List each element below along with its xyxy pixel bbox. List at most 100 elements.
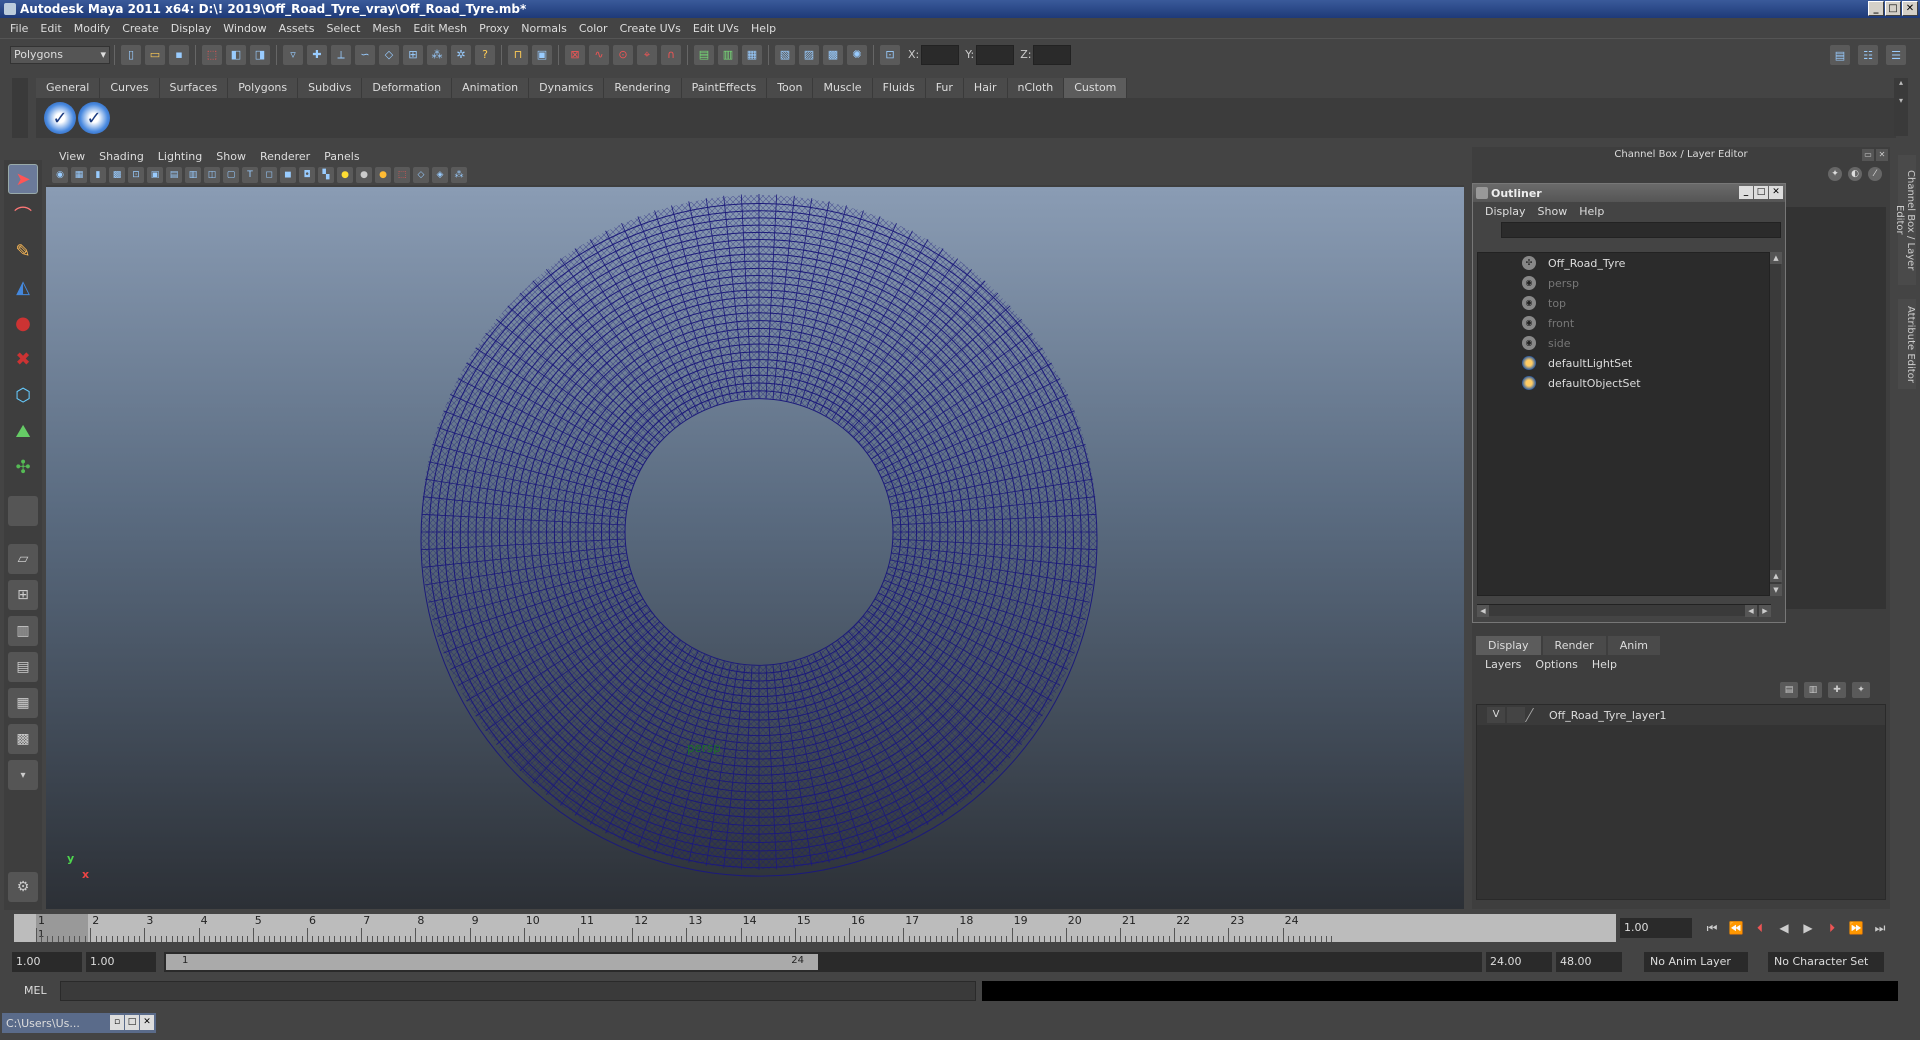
select-curves-icon[interactable]: ∽: [355, 44, 375, 65]
soft-mod-tool-icon[interactable]: ⛰: [8, 416, 38, 446]
select-hierarchy-icon[interactable]: ⬚: [202, 44, 222, 65]
ipr-render-icon[interactable]: ▩: [823, 44, 843, 65]
side-tab-attribute-editor[interactable]: Attribute Editor: [1898, 299, 1916, 389]
safe-title-icon[interactable]: T: [242, 167, 258, 183]
outliner-titlebar[interactable]: Outliner _ □ ✕: [1473, 184, 1785, 202]
playback-end-field[interactable]: 24.00: [1486, 952, 1552, 972]
outliner-list[interactable]: ✣ Off_Road_Tyre ◉ persp ◉ top ◉ front ◉ side defau…: [1477, 252, 1771, 596]
restore-button[interactable]: ▫: [110, 1015, 124, 1030]
highlight-selection-icon[interactable]: ▣: [532, 44, 552, 65]
move-tool-icon[interactable]: ◭: [8, 272, 38, 302]
outliner-item[interactable]: ◉ front: [1478, 313, 1770, 333]
play-backwards-icon[interactable]: ◀: [1772, 918, 1796, 938]
outliner-close-button[interactable]: ✕: [1769, 186, 1783, 199]
new-scene-icon[interactable]: ▯: [121, 44, 141, 65]
menu-edit[interactable]: Edit: [34, 22, 67, 35]
single-perspective-layout-icon[interactable]: ▱: [8, 544, 38, 574]
menu-set-dropdown[interactable]: Polygons ▾: [10, 45, 110, 64]
outliner-maximize-button[interactable]: □: [1754, 186, 1768, 199]
scroll-left-icon[interactable]: ◀: [1745, 605, 1757, 617]
xray-icon[interactable]: ◇: [413, 167, 429, 183]
mel-label[interactable]: MEL: [24, 984, 47, 997]
layer-menu-options[interactable]: Options: [1528, 658, 1584, 671]
panel-menu-renderer[interactable]: Renderer: [253, 150, 317, 163]
menu-create-uvs[interactable]: Create UVs: [614, 22, 687, 35]
time-slider[interactable]: 1 1 2 3 4 5 6 7 8 9 10 11 12 13 14 15 16 17 18 19 20 21 22 23 2…: [14, 914, 1616, 942]
layer-menu-layers[interactable]: Layers: [1478, 658, 1528, 671]
hardware-texturing-icon[interactable]: ⁂: [451, 167, 467, 183]
layer-tab-anim[interactable]: Anim: [1607, 636, 1660, 655]
persp-graph-layout-icon[interactable]: ▤: [8, 652, 38, 682]
channel-box-display-icon[interactable]: ◐: [1848, 167, 1862, 181]
menu-display[interactable]: Display: [165, 22, 218, 35]
move-layer-up-icon[interactable]: ▤: [1780, 682, 1798, 698]
filter-icon[interactable]: ▿: [283, 44, 303, 65]
save-scene-icon[interactable]: ▪: [169, 44, 189, 65]
x-field[interactable]: [921, 44, 960, 65]
construction-history-icon[interactable]: ▦: [742, 44, 762, 65]
current-time-field[interactable]: 1.00: [1620, 918, 1692, 938]
step-forward-frame-icon[interactable]: ⏵: [1820, 918, 1844, 938]
input-mode-icon[interactable]: ⊡: [880, 44, 900, 65]
float-panel-icon[interactable]: ▭: [1862, 149, 1874, 161]
smooth-shade-icon[interactable]: ◼: [280, 167, 296, 183]
all-lights-icon[interactable]: ●: [356, 167, 372, 183]
move-layer-down-icon[interactable]: ▥: [1804, 682, 1822, 698]
menu-select[interactable]: Select: [320, 22, 366, 35]
four-view-layout-icon[interactable]: ⊞: [8, 580, 38, 610]
isolate-select-icon[interactable]: ⬚: [394, 167, 410, 183]
select-dynamics-icon[interactable]: ⁂: [427, 44, 447, 65]
close-panel-icon[interactable]: ✕: [1876, 149, 1888, 161]
select-tool-icon[interactable]: ➤: [8, 164, 38, 194]
last-tool-icon[interactable]: [8, 496, 38, 526]
layer-tab-display[interactable]: Display: [1476, 636, 1541, 655]
output-history-icon[interactable]: ▥: [718, 44, 738, 65]
camera-attributes-icon[interactable]: ▦: [71, 167, 87, 183]
panel-menu-shading[interactable]: Shading: [92, 150, 151, 163]
menu-edit-mesh[interactable]: Edit Mesh: [407, 22, 473, 35]
outliner-item[interactable]: defaultObjectSet: [1478, 373, 1770, 393]
select-joints-icon[interactable]: ⟂: [331, 44, 351, 65]
shelf-tab-muscle[interactable]: Muscle: [813, 78, 873, 98]
shelf-menu-grip[interactable]: [12, 78, 28, 138]
select-misc-icon[interactable]: ?: [475, 44, 495, 65]
show-manipulator-icon[interactable]: ✣: [8, 452, 38, 482]
menu-assets[interactable]: Assets: [273, 22, 321, 35]
shelf-tab-toon[interactable]: Toon: [767, 78, 814, 98]
minimize-button[interactable]: _: [1868, 1, 1884, 16]
scroll-down-icon[interactable]: ▼: [1770, 584, 1782, 596]
shelf-tab-dynamics[interactable]: Dynamics: [529, 78, 605, 98]
channel-box-toggle-icon[interactable]: ☰: [1886, 45, 1906, 65]
menu-window[interactable]: Window: [217, 22, 272, 35]
open-scene-icon[interactable]: ▭: [145, 44, 165, 65]
shelf-tab-subdivs[interactable]: Subdivs: [298, 78, 363, 98]
new-layer-from-selection-icon[interactable]: ✦: [1852, 682, 1870, 698]
scroll-up-icon[interactable]: ▲: [1770, 252, 1782, 264]
menu-help[interactable]: Help: [745, 22, 782, 35]
universal-manipulator-icon[interactable]: ⬡: [8, 380, 38, 410]
layer-type-toggle[interactable]: [1507, 707, 1525, 723]
shelf-tab-general[interactable]: General: [36, 78, 101, 98]
anim-layer-dropdown[interactable]: No Anim Layer: [1644, 952, 1748, 972]
menu-mesh[interactable]: Mesh: [366, 22, 407, 35]
grid-toggle-icon[interactable]: ⊡: [128, 167, 144, 183]
shelf-tab-polygons[interactable]: Polygons: [228, 78, 299, 98]
tool-settings-toggle-icon[interactable]: ☷: [1858, 45, 1878, 65]
quick-layout-icon[interactable]: ⚙: [8, 872, 38, 902]
shelf-tab-fur[interactable]: Fur: [925, 78, 964, 98]
render-view-icon[interactable]: ▧: [775, 44, 795, 65]
close-button[interactable]: ✕: [1902, 1, 1918, 16]
scroll-left-icon[interactable]: ◀: [1477, 605, 1489, 617]
outliner-menu-display[interactable]: Display: [1479, 205, 1532, 218]
outliner-item[interactable]: defaultLightSet: [1478, 353, 1770, 373]
menu-color[interactable]: Color: [573, 22, 614, 35]
layer-visibility-toggle[interactable]: V: [1487, 707, 1505, 723]
lasso-tool-icon[interactable]: ⌒: [8, 200, 38, 230]
maximize-button[interactable]: □: [1885, 1, 1901, 16]
step-back-frame-icon[interactable]: ⏴: [1748, 918, 1772, 938]
select-deformations-icon[interactable]: ⊞: [403, 44, 423, 65]
layer-tab-render[interactable]: Render: [1542, 636, 1606, 655]
scroll-up-icon[interactable]: ▲: [1770, 570, 1782, 582]
animation-start-field[interactable]: 1.00: [12, 952, 82, 972]
outliner-item[interactable]: ◉ persp: [1478, 273, 1770, 293]
